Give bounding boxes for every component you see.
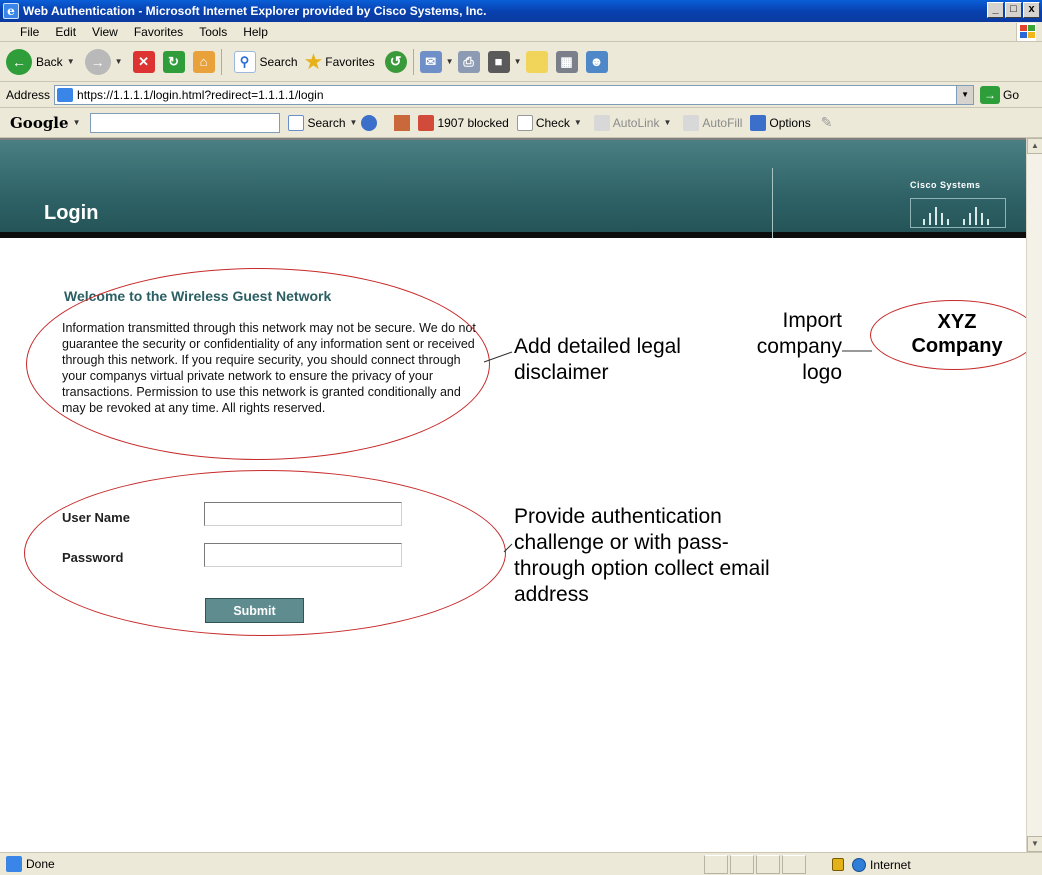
callout-leaders [483, 350, 872, 553]
star-icon: ★ [303, 48, 324, 74]
google-g-icon [288, 114, 305, 131]
chevron-down-icon[interactable]: ▼ [956, 85, 974, 104]
maximize-button[interactable]: □ [1005, 2, 1022, 18]
popup-blocked-icon [418, 114, 435, 131]
windows-logo-icon [1016, 23, 1036, 41]
chevron-down-icon[interactable]: ▼ [574, 118, 582, 127]
spellcheck-icon [516, 114, 533, 131]
messenger-icon[interactable]: ☻ [585, 50, 608, 73]
search-web-icon [361, 114, 378, 131]
research-icon[interactable]: ▦ [555, 50, 578, 73]
go-label: Go [1003, 87, 1020, 102]
options-button[interactable]: Options [750, 114, 811, 131]
page-icon [57, 87, 74, 102]
discuss-icon[interactable] [525, 50, 548, 73]
menu-edit[interactable]: Edit [47, 25, 84, 39]
google-search-button[interactable]: Search ▼ [288, 114, 380, 131]
menu-bar: File Edit View Favorites Tools Help [0, 22, 1042, 42]
check-label: Check [535, 115, 570, 130]
refresh-icon[interactable]: ↻ [162, 50, 185, 73]
edit-icon[interactable]: ■ [487, 50, 510, 73]
menu-tools[interactable]: Tools [191, 25, 235, 39]
back-arrow-icon: ← [6, 48, 32, 75]
back-button[interactable]: ← Back ▼ [6, 48, 79, 75]
zone-label: Internet [870, 857, 911, 872]
google-search-input[interactable] [90, 112, 281, 133]
chevron-down-icon[interactable]: ▼ [115, 57, 123, 66]
scroll-down-icon[interactable]: ▼ [1027, 836, 1042, 852]
window-controls: _ □ x [987, 2, 1040, 18]
search-label: Search [259, 54, 298, 69]
toolbar-divider [412, 48, 414, 75]
status-panel [730, 855, 754, 874]
title-bar: e Web Authentication - Microsoft Interne… [0, 0, 1042, 22]
scroll-up-icon[interactable]: ▲ [1027, 138, 1042, 154]
address-url[interactable]: https://1.1.1.1/login.html?redirect=1.1.… [77, 88, 324, 102]
chevron-down-icon[interactable]: ▼ [67, 57, 75, 66]
internet-zone-icon [852, 857, 866, 872]
chevron-down-icon[interactable]: ▼ [663, 118, 671, 127]
history-icon[interactable]: ↺ [384, 50, 407, 73]
status-panel [704, 855, 728, 874]
pencil-icon[interactable]: ✎ [821, 114, 833, 131]
address-input[interactable]: https://1.1.1.1/login.html?redirect=1.1.… [54, 84, 975, 105]
window-title: Web Authentication - Microsoft Internet … [23, 4, 487, 18]
menu-help[interactable]: Help [235, 25, 276, 39]
standard-toolbar: ← Back ▼ → ▼ ✕ ↻ ⌂ ⚲ Search ★ Favorites … [0, 42, 1042, 82]
chevron-down-icon[interactable]: ▼ [446, 57, 454, 66]
legal-leader-line [483, 351, 513, 363]
status-bar: Done Internet [0, 852, 1042, 875]
google-search-label: Search [307, 115, 346, 130]
spell-check-button[interactable]: Check ▼ [516, 114, 586, 131]
ie-icon: e [3, 3, 19, 19]
options-icon [750, 114, 767, 131]
address-label: Address [6, 87, 51, 102]
page-done-icon [6, 856, 22, 872]
autofill-button[interactable]: AutoFill [683, 114, 743, 131]
vertical-scrollbar[interactable]: ▲ ▼ [1026, 138, 1042, 852]
address-bar: Address https://1.1.1.1/login.html?redir… [0, 82, 1042, 108]
chevron-down-icon[interactable]: ▼ [73, 118, 81, 127]
security-zone[interactable]: Internet [832, 855, 911, 874]
minimize-button[interactable]: _ [987, 2, 1004, 18]
options-label: Options [769, 115, 811, 130]
autofill-icon [683, 114, 700, 131]
menu-file[interactable]: File [12, 25, 47, 39]
chevron-down-icon[interactable]: ▼ [350, 118, 358, 127]
go-button[interactable]: → Go [980, 85, 1020, 104]
search-button[interactable]: ⚲ Search [233, 50, 298, 73]
favorites-label: Favorites [325, 54, 375, 69]
status-panels [704, 855, 808, 874]
toolbar-divider [220, 48, 222, 75]
status-panel [756, 855, 780, 874]
favorites-button[interactable]: ★ Favorites [304, 49, 375, 75]
chevron-down-icon[interactable]: ▼ [514, 57, 522, 66]
popup-blocker-button[interactable]: 1907 blocked [418, 114, 509, 131]
stop-icon[interactable]: ✕ [132, 50, 155, 73]
forward-arrow-icon: → [84, 48, 111, 75]
autolink-icon [593, 114, 610, 131]
status-text: Done [26, 857, 55, 871]
autofill-label: AutoFill [702, 115, 743, 130]
search-icon: ⚲ [233, 50, 256, 73]
home-icon[interactable]: ⌂ [192, 50, 215, 73]
page-viewport: Login Cisco Systems Welcome to the Wirel… [0, 138, 1038, 852]
lock-icon [832, 858, 844, 871]
menu-view[interactable]: View [84, 25, 126, 39]
autolink-label: AutoLink [612, 115, 660, 130]
news-icon[interactable] [394, 114, 411, 131]
status-panel [782, 855, 806, 874]
google-logo[interactable]: Google [10, 114, 69, 132]
forward-button[interactable]: → ▼ [84, 48, 127, 75]
blocked-count: 1907 blocked [437, 115, 509, 130]
autolink-button[interactable]: AutoLink ▼ [593, 114, 676, 131]
print-icon[interactable]: ⎙ [457, 50, 480, 73]
mail-icon[interactable]: ✉ [419, 50, 442, 73]
back-label: Back [36, 54, 63, 69]
google-toolbar: Google ▼ Search ▼ 1907 blocked Check ▼ A… [0, 108, 1042, 138]
auth-leader-line [503, 543, 513, 553]
close-button[interactable]: x [1023, 2, 1040, 18]
go-arrow-icon: → [980, 85, 1001, 104]
menu-favorites[interactable]: Favorites [126, 25, 191, 39]
